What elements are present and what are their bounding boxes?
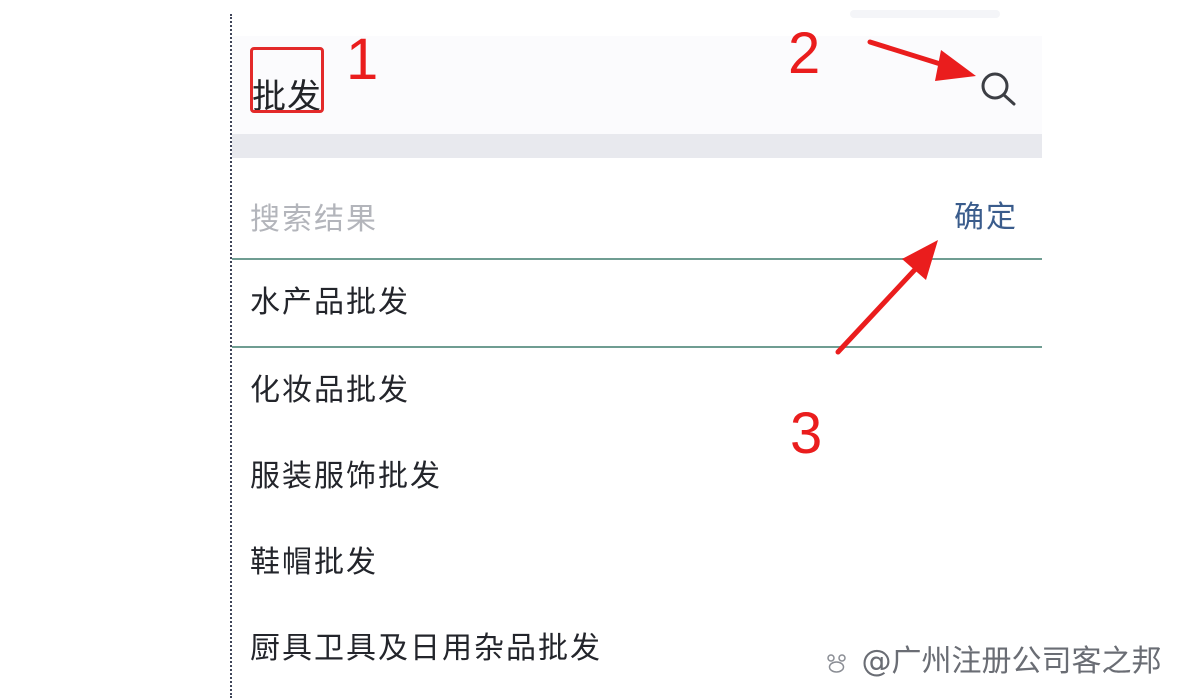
top-strip — [850, 10, 1000, 18]
list-item[interactable]: 化妆品批发 — [232, 348, 1042, 434]
search-panel: 批发 搜索结果 确定 水产品批发 化妆品批发 服装服饰批发 鞋帽批发 厨具卫具及… — [232, 36, 1042, 698]
annotation-number-1: 1 — [346, 27, 379, 92]
confirm-button[interactable]: 确定 — [954, 192, 1018, 236]
paw-icon — [827, 653, 846, 673]
result-title: 搜索结果 — [250, 202, 378, 237]
watermark: @广州注册公司客之邦 — [822, 636, 1162, 680]
annotation-number-3: 3 — [790, 401, 823, 466]
annotation-box — [250, 47, 324, 113]
annotation-number-2: 2 — [788, 21, 821, 86]
list-item[interactable]: 鞋帽批发 — [232, 520, 1042, 606]
result-list: 水产品批发 化妆品批发 服装服饰批发 鞋帽批发 厨具卫具及日用杂品批发 — [232, 258, 1042, 692]
list-item[interactable]: 服装服饰批发 — [232, 434, 1042, 520]
result-header: 搜索结果 确定 — [232, 158, 1042, 258]
watermark-text: @广州注册公司客之邦 — [861, 644, 1162, 679]
list-item[interactable]: 水产品批发 — [232, 258, 1042, 348]
separator-band — [232, 134, 1042, 158]
search-icon[interactable] — [976, 68, 1020, 108]
